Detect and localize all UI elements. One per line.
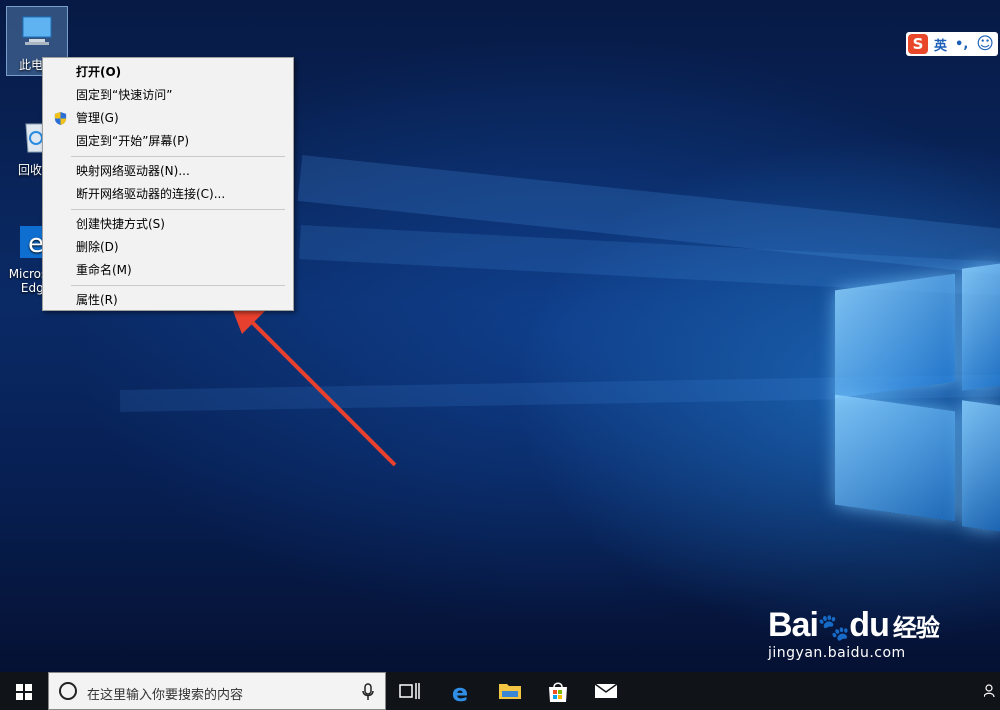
menu-item-open[interactable]: 打开(O) bbox=[43, 61, 293, 84]
taskbar-edge-button[interactable]: e bbox=[436, 672, 484, 710]
task-view-button[interactable] bbox=[386, 672, 434, 710]
ime-indicator[interactable]: S 英 •, ☺ bbox=[906, 32, 998, 56]
baidu-watermark: Bai🐾du 经验 jingyan.baidu.com bbox=[768, 606, 958, 672]
taskbar-store-button[interactable] bbox=[534, 672, 582, 710]
ime-punctuation[interactable]: •, bbox=[955, 37, 968, 52]
taskbar-search-box[interactable]: 在这里输入你要搜索的内容 bbox=[48, 672, 386, 710]
menu-item-delete[interactable]: 删除(D) bbox=[43, 236, 293, 259]
ime-emoji-icon[interactable]: ☺ bbox=[976, 34, 994, 54]
ime-mode[interactable]: 英 bbox=[934, 35, 947, 54]
svg-text:e: e bbox=[452, 681, 468, 703]
menu-item-rename[interactable]: 重命名(M) bbox=[43, 259, 293, 282]
edge-icon: e bbox=[452, 681, 468, 703]
menu-item-create-shortcut[interactable]: 创建快捷方式(S) bbox=[43, 213, 293, 236]
microphone-icon[interactable] bbox=[361, 683, 375, 701]
menu-item-pin-start[interactable]: 固定到“开始”屏幕(P) bbox=[43, 130, 293, 153]
taskbar: 在这里输入你要搜索的内容 e bbox=[0, 672, 1000, 710]
window-logo-pane bbox=[962, 263, 1000, 391]
menu-separator bbox=[71, 285, 285, 286]
window-logo-pane bbox=[962, 400, 1000, 532]
this-pc-icon bbox=[22, 16, 52, 45]
window-logo-pane bbox=[835, 273, 955, 399]
menu-separator bbox=[71, 156, 285, 157]
taskbar-file-explorer-button[interactable] bbox=[486, 672, 534, 710]
menu-item-disconnect-drive[interactable]: 断开网络驱动器的连接(C)... bbox=[43, 183, 293, 206]
watermark-url: jingyan.baidu.com bbox=[768, 645, 906, 661]
taskbar-mail-button[interactable] bbox=[582, 672, 630, 710]
file-explorer-icon bbox=[499, 684, 521, 699]
windows-logo-icon bbox=[16, 684, 32, 700]
annotation-arrow bbox=[228, 298, 397, 467]
menu-separator bbox=[71, 209, 285, 210]
mail-icon bbox=[594, 683, 618, 698]
menu-item-map-drive[interactable]: 映射网络驱动器(N)... bbox=[43, 160, 293, 183]
window-logo-pane bbox=[835, 394, 955, 522]
context-menu: 打开(O) 固定到“快速访问” 管理(G) 固定到“开始”屏幕(P) 映射网络驱… bbox=[42, 57, 294, 311]
menu-item-label: 管理(G) bbox=[76, 111, 119, 125]
baidu-logo: Bai🐾du 经验 bbox=[768, 606, 940, 644]
sogou-logo-icon: S bbox=[908, 34, 928, 54]
cortana-icon bbox=[59, 682, 77, 700]
menu-item-properties[interactable]: 属性(R) bbox=[43, 289, 293, 312]
store-icon bbox=[549, 682, 567, 702]
uac-shield-icon bbox=[54, 111, 67, 126]
menu-item-pin-quick-access[interactable]: 固定到“快速访问” bbox=[43, 84, 293, 107]
search-placeholder: 在这里输入你要搜索的内容 bbox=[87, 688, 244, 703]
start-button[interactable] bbox=[0, 672, 48, 710]
menu-item-manage[interactable]: 管理(G) bbox=[43, 107, 293, 130]
task-view-icon bbox=[399, 683, 420, 699]
people-icon[interactable] bbox=[984, 684, 998, 698]
